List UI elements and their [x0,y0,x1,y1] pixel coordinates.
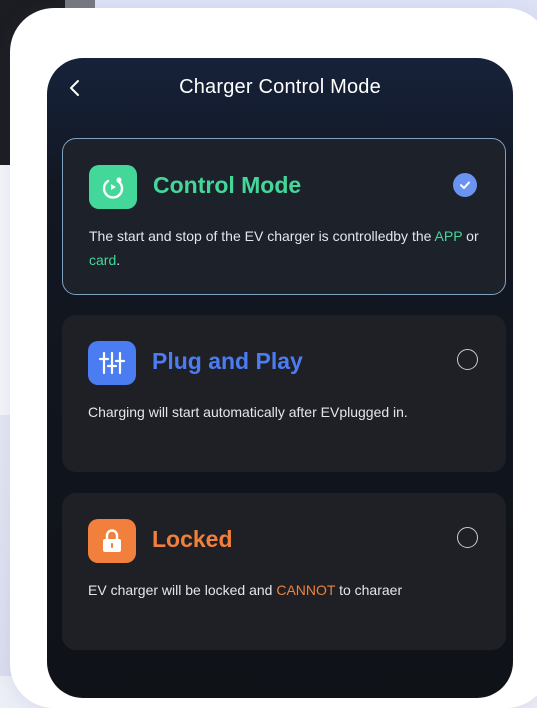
radio-button-locked[interactable] [457,527,478,548]
mode-desc-plug-and-play: Charging will start automatically after … [88,404,408,420]
radio-button-plug-and-play[interactable] [457,349,478,370]
mode-card-locked[interactable]: Locked EV charger will be locked and CAN… [62,493,506,650]
plug-power-icon [89,165,137,209]
mode-card-plug-and-play[interactable]: Plug and Play Charging will start automa… [62,315,506,472]
mode-desc-control: The start and stop of the EV charger is … [89,228,479,268]
mode-title-locked: Locked [152,526,233,552]
mode-desc-locked: EV charger will be locked and CANNOT to … [88,582,403,598]
screen-header: Charger Control Mode [47,58,513,122]
highlight-card: card [89,252,117,268]
mode-card-control[interactable]: Control Mode The start and stop of the E… [62,138,506,295]
highlight-app: APP [434,228,463,244]
highlight-cannot: CANNOT [276,582,336,598]
phone-screen: Charger Control Mode Control Mode The st… [47,58,513,698]
sliders-icon [88,341,136,385]
page-title: Charger Control Mode [179,76,381,98]
lock-icon [88,519,136,563]
mode-title-control: Control Mode [153,172,302,198]
selected-check-icon[interactable] [453,173,477,197]
mode-title-plug-and-play: Plug and Play [152,348,303,374]
